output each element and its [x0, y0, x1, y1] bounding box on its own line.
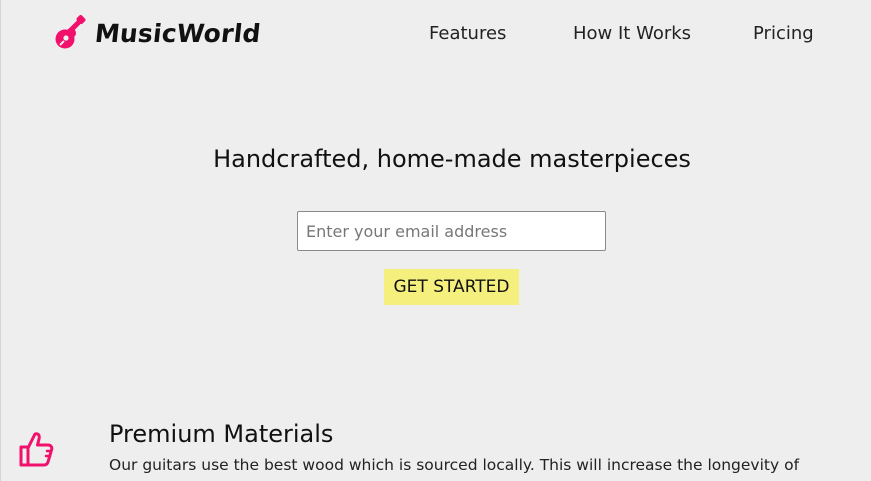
email-input[interactable]: [297, 211, 606, 251]
feature-title: Premium Materials: [109, 420, 334, 448]
nav-link-features[interactable]: Features: [429, 22, 506, 46]
nav-link-pricing[interactable]: Pricing: [753, 22, 814, 46]
hero-title: Handcrafted, home-made masterpieces: [213, 145, 691, 173]
landing-page: MusicWorld Features How It Works Pricing…: [0, 0, 871, 481]
feature-description: Our guitars use the best wood which is s…: [109, 456, 800, 474]
thumbs-up-icon: [19, 432, 54, 467]
get-started-button[interactable]: GET STARTED: [384, 269, 519, 305]
nav-link-how-it-works[interactable]: How It Works: [573, 22, 691, 46]
top-nav: Features How It Works Pricing: [1, 22, 871, 46]
